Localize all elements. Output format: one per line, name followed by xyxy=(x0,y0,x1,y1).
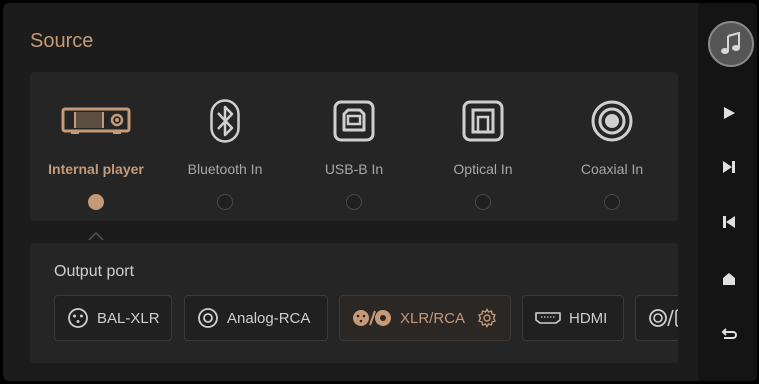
output-port-title: Output port xyxy=(54,263,135,280)
source-radio[interactable] xyxy=(475,194,491,210)
port-more-button[interactable] xyxy=(635,295,678,341)
port-label: HDMI xyxy=(569,309,608,327)
player-device-icon xyxy=(32,98,160,144)
port-label: XLR/RCA xyxy=(400,309,466,327)
optical-icon xyxy=(419,98,547,144)
previous-track-icon[interactable] xyxy=(717,210,741,234)
play-icon[interactable] xyxy=(717,101,741,125)
source-screen: Source Internal player Bluetooth In USB-… xyxy=(3,3,757,381)
coaxial-optical-icon xyxy=(648,307,678,329)
port-bal-xlr-button[interactable]: BAL-XLR xyxy=(54,295,172,341)
source-radio[interactable] xyxy=(88,194,104,210)
next-track-icon[interactable] xyxy=(717,155,741,179)
source-item-internal-player[interactable]: Internal player xyxy=(32,72,160,221)
source-item-bluetooth-in[interactable]: Bluetooth In xyxy=(161,72,289,221)
sidebar xyxy=(698,3,757,381)
back-icon[interactable] xyxy=(717,321,741,345)
selection-indicator-icon xyxy=(88,232,104,241)
source-label: Bluetooth In xyxy=(187,161,263,177)
xlr-icon xyxy=(67,307,89,329)
music-note-icon[interactable] xyxy=(708,21,754,67)
page-title: Source xyxy=(30,30,94,52)
output-port-panel: Output port BAL-XLR Analog-RCA XLR/RCA H… xyxy=(30,243,678,363)
hdmi-icon xyxy=(535,311,561,325)
source-label: USB-B In xyxy=(324,161,384,177)
port-label: BAL-XLR xyxy=(97,309,160,327)
port-hdmi-button[interactable]: HDMI xyxy=(522,295,624,341)
source-label: Coaxial In xyxy=(580,161,644,177)
source-panel: Internal player Bluetooth In USB-B In Op… xyxy=(30,72,678,221)
port-xlr-rca-button[interactable]: XLR/RCA xyxy=(339,295,511,341)
xlr-rca-icon xyxy=(352,308,392,328)
bluetooth-icon xyxy=(161,98,289,144)
source-label: Optical In xyxy=(453,161,513,177)
coaxial-icon xyxy=(548,98,676,144)
port-analog-rca-button[interactable]: Analog-RCA xyxy=(184,295,328,341)
source-radio[interactable] xyxy=(217,194,233,210)
source-item-usb-b-in[interactable]: USB-B In xyxy=(290,72,418,221)
source-label: Internal player xyxy=(48,161,144,177)
usb-b-icon xyxy=(290,98,418,144)
home-icon[interactable] xyxy=(717,267,741,291)
source-item-coaxial-in[interactable]: Coaxial In xyxy=(548,72,676,221)
rca-icon xyxy=(197,307,219,329)
source-radio[interactable] xyxy=(346,194,362,210)
source-item-optical-in[interactable]: Optical In xyxy=(419,72,547,221)
gear-icon[interactable] xyxy=(477,308,497,328)
port-label: Analog-RCA xyxy=(227,309,311,327)
source-radio[interactable] xyxy=(604,194,620,210)
